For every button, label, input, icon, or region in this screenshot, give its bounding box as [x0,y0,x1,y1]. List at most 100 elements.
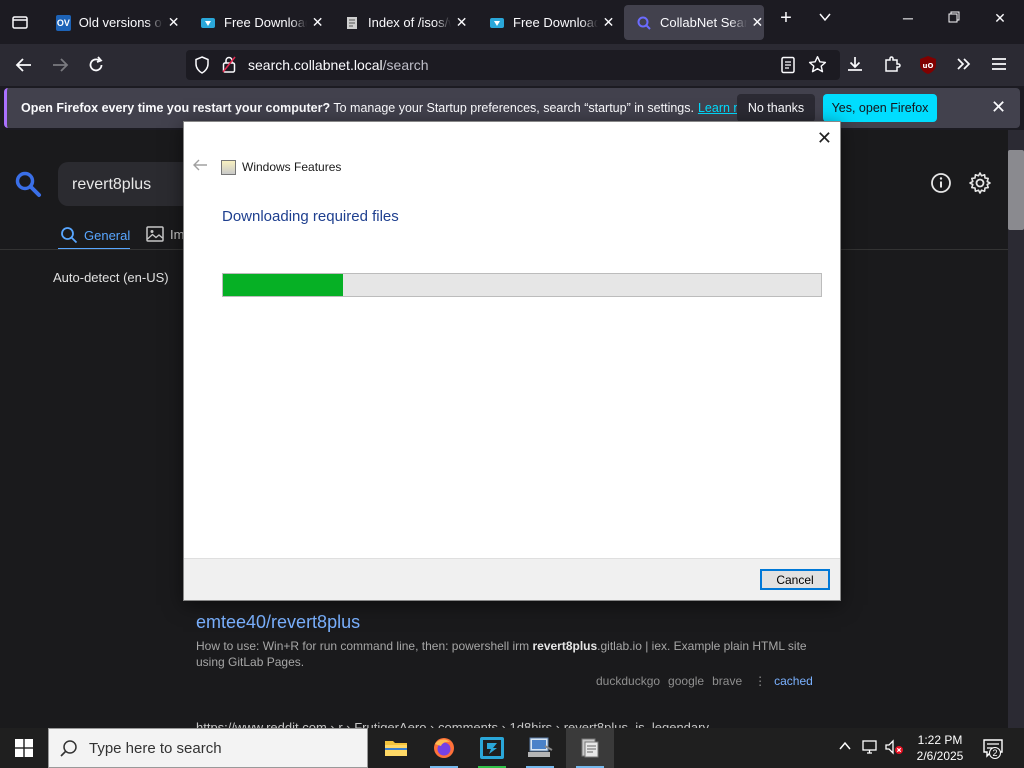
windows-features-dialog: ✕ Windows Features Downloading required … [183,121,841,601]
network-app-taskbar-button[interactable] [516,728,564,768]
notification-message: Open Firefox every time you restart your… [21,101,762,115]
gear-icon[interactable] [968,171,992,200]
chevron-down-icon[interactable] [813,10,837,27]
tab-title: Old versions of VirtualBox [78,15,163,30]
result-title-link[interactable]: emtee40/revert8plus [196,612,360,633]
scrollbar-thumb[interactable] [1008,150,1024,230]
folder-icon [385,741,407,756]
image-icon [146,226,164,242]
system-clock[interactable]: 1:22 PM 2/6/2025 [912,732,968,764]
lock-icon[interactable] [222,56,236,78]
progress-fill [223,274,343,296]
bookmark-star-icon[interactable] [808,55,827,79]
new-tab-icon[interactable]: + [774,7,798,30]
fdm-taskbar-button[interactable] [468,728,516,768]
ublock-origin-icon[interactable]: uO [918,55,938,80]
back-arrow-icon[interactable] [192,158,208,175]
address-bar[interactable]: search.collabnet.local/search [186,50,840,80]
show-hidden-icons-chevron-icon[interactable] [838,739,852,756]
clock-time: 1:22 PM [917,733,963,747]
reload-icon[interactable] [84,53,108,77]
windows-features-icon [581,738,599,758]
search-input[interactable]: revert8plus [58,162,198,206]
tab-title: Free Download Manager [513,15,599,30]
tab-general-label: General [84,227,131,243]
start-button[interactable] [0,728,48,768]
forward-arrow-icon[interactable] [48,53,72,77]
close-notification-icon[interactable]: ✕ [991,97,1006,118]
navigation-toolbar: search.collabnet.local/search uO [0,44,1024,86]
network-icon[interactable] [862,739,880,758]
windows-features-taskbar-button[interactable] [566,728,614,768]
tab-manager-icon[interactable] [10,12,30,37]
overflow-chevrons-icon[interactable] [955,55,973,78]
search-query-text[interactable]: revert8plus [72,176,151,194]
tab-general[interactable]: General [60,226,130,244]
speaker-muted-icon[interactable] [884,739,904,758]
search-icon [61,227,78,244]
close-tab-icon[interactable]: ✕ [167,14,180,31]
tab-title: CollabNet Search [660,15,747,30]
dialog-footer: Cancel [184,558,840,600]
tab-fdm-1[interactable]: Free Download Manager ✕ [188,5,324,40]
clock-date: 2/6/2025 [916,749,964,763]
download-progress-bar [222,273,822,297]
windows-taskbar: Type here to search 1:22 PM 2/6/2025 2 [0,728,1024,768]
close-tab-icon[interactable]: ✕ [602,14,615,31]
fdm-favicon-icon [200,15,216,31]
svg-text:uO: uO [923,62,934,70]
tab-index-isos[interactable]: Index of /isos/windows ✕ [332,5,468,40]
back-arrow-icon[interactable] [12,53,36,77]
extensions-puzzle-icon[interactable] [883,55,901,78]
close-tab-icon[interactable]: ✕ [751,14,764,31]
result-engines: duckduckgo google brave ⋮ cached [596,674,813,688]
windows-features-icon [221,160,236,175]
tab-title: Free Download Manager [224,15,308,30]
firefox-taskbar-button[interactable] [420,728,468,768]
language-selector[interactable]: Auto-detect (en-US) [53,270,169,285]
tab-title: Index of /isos/windows [368,15,451,30]
notification-text: To manage your Startup preferences, sear… [330,101,694,115]
next-result-url[interactable]: https://www.reddit.com › r › FrutigerAer… [196,720,709,728]
search-logo-icon [14,170,42,203]
tab-images[interactable]: Im [146,226,184,242]
cached-link[interactable]: cached [774,674,813,688]
hamburger-menu-icon[interactable] [991,56,1007,77]
tab-fdm-2[interactable]: Free Download Manager ✕ [477,5,615,40]
notification-count-badge: 2 [989,747,1001,759]
shield-icon[interactable] [194,56,210,79]
download-manager-icon [480,737,504,759]
fdm-favicon-icon [489,15,505,31]
restore-icon[interactable] [942,10,966,26]
dialog-close-icon[interactable]: ✕ [817,128,832,149]
more-options-icon[interactable]: ⋮ [754,674,766,688]
engine-brave: brave [712,674,743,688]
computer-network-icon [528,737,553,757]
taskbar-search-box[interactable]: Type here to search [48,728,368,768]
no-thanks-button[interactable]: No thanks [737,94,815,122]
search-icon [59,739,79,764]
engine-google: google [668,674,705,688]
virtualbox-favicon-icon: OV [56,14,71,31]
info-icon[interactable] [930,172,952,199]
index-favicon-icon [344,15,360,31]
close-tab-icon[interactable]: ✕ [311,14,324,31]
dialog-title: Windows Features [242,160,342,174]
close-window-icon[interactable]: ✕ [988,10,1012,27]
close-tab-icon[interactable]: ✕ [455,14,468,31]
yes-open-firefox-button[interactable]: Yes, open Firefox [823,94,937,122]
tab-virtualbox[interactable]: OV Old versions of VirtualBox ✕ [44,5,180,40]
firefox-icon [434,738,454,758]
url-text[interactable]: search.collabnet.local/search [248,57,429,73]
result-description: How to use: Win+R for run command line, … [196,639,807,669]
notification-bold-text: Open Firefox every time you restart your… [21,101,331,115]
tab-collabnet-search[interactable]: CollabNet Search ✕ [624,5,764,40]
file-explorer-taskbar-button[interactable] [372,728,420,768]
minimize-icon[interactable]: ─ [896,10,920,26]
downloads-icon[interactable] [846,55,864,78]
engine-duckduckgo: duckduckgo [596,674,661,688]
cancel-button[interactable]: Cancel [760,569,830,590]
reader-view-icon[interactable] [780,56,796,79]
search-placeholder: Type here to search [89,740,222,757]
search-favicon-icon [636,15,652,31]
